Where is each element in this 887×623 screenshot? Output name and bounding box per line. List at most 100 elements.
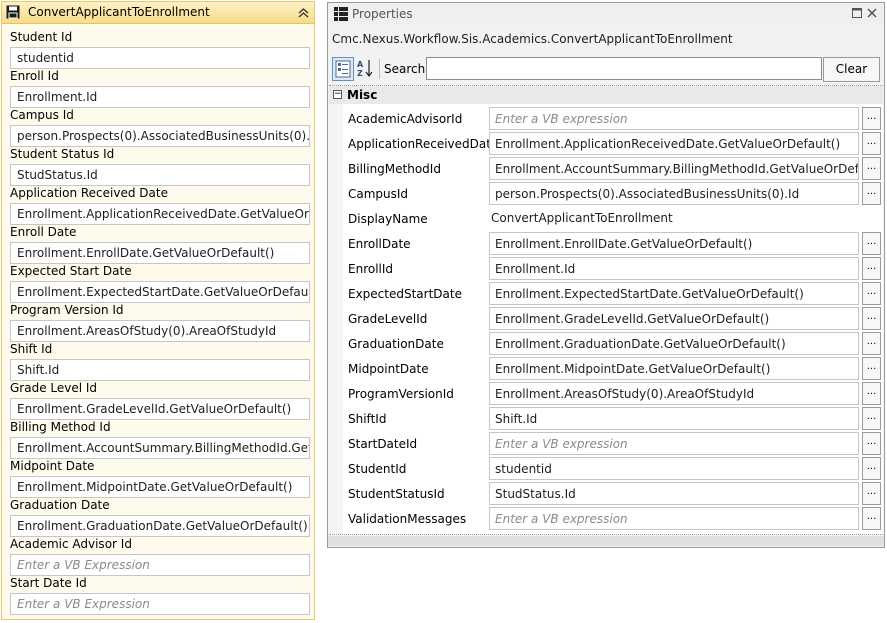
property-row[interactable]: ProgramVersionId Enrollment.AreasOfStudy(… bbox=[329, 381, 883, 406]
expression-input[interactable]: Enrollment.GradeLevelId.GetValueOrDefaul… bbox=[10, 398, 310, 420]
expression-editor-button[interactable]: ... bbox=[862, 157, 881, 180]
property-row[interactable]: GradeLevelId Enrollment.GradeLevelId.GetV… bbox=[329, 306, 883, 331]
property-name: GradeLevelId bbox=[348, 312, 428, 326]
expression-editor-button[interactable]: ... bbox=[862, 457, 881, 480]
collapse-icon[interactable] bbox=[297, 6, 310, 19]
categorized-view-button[interactable] bbox=[332, 57, 354, 81]
expression-input[interactable]: Shift.Id bbox=[10, 359, 310, 381]
property-row[interactable]: GraduationDate Enrollment.GraduationDate.… bbox=[329, 331, 883, 356]
property-name: GraduationDate bbox=[348, 337, 444, 351]
expression-input[interactable]: Enrollment.GraduationDate.GetValueOrDefa… bbox=[10, 515, 310, 537]
properties-title: Properties bbox=[352, 7, 413, 21]
expression-editor-button[interactable]: ... bbox=[862, 232, 881, 255]
property-value[interactable]: Enrollment.GradeLevelId.GetValueOrDefaul… bbox=[489, 307, 859, 330]
property-value[interactable]: Shift.Id bbox=[489, 407, 859, 430]
field-label: Billing Method Id bbox=[10, 420, 111, 434]
expression-editor-button[interactable]: ... bbox=[862, 132, 881, 155]
properties-titlebar[interactable]: Properties bbox=[328, 3, 884, 25]
field-label: Academic Advisor Id bbox=[10, 537, 132, 551]
property-row[interactable]: MidpointDate Enrollment.MidpointDate.GetV… bbox=[329, 356, 883, 381]
svg-text:A: A bbox=[357, 60, 364, 69]
expression-editor-button[interactable]: ... bbox=[862, 357, 881, 380]
clear-button[interactable]: Clear bbox=[823, 57, 880, 82]
expression-editor-button[interactable]: ... bbox=[862, 332, 881, 355]
field-label: Enroll Date bbox=[10, 225, 77, 239]
property-row[interactable]: AcademicAdvisorId Enter a VB expression..… bbox=[329, 106, 883, 131]
property-name: ApplicationReceivedDate bbox=[348, 137, 499, 151]
property-row[interactable]: DisplayName ConvertApplicantToEnrollment bbox=[329, 206, 883, 231]
property-value[interactable]: ConvertApplicantToEnrollment bbox=[489, 207, 859, 230]
property-row[interactable]: StudentId studentid... bbox=[329, 456, 883, 481]
expression-input[interactable]: StudStatus.Id bbox=[10, 164, 310, 186]
property-row[interactable]: ExpectedStartDate Enrollment.ExpectedStar… bbox=[329, 281, 883, 306]
expression-input[interactable]: Enrollment.AreasOfStudy(0).AreaOfStudyId bbox=[10, 320, 310, 342]
selected-object-name: Cmc.Nexus.Workflow.Sis.Academics.Convert… bbox=[332, 32, 733, 46]
categorized-icon bbox=[335, 60, 351, 78]
property-value[interactable]: Enter a VB expression bbox=[489, 432, 859, 455]
expression-editor-button[interactable]: ... bbox=[862, 282, 881, 305]
expression-editor-button[interactable]: ... bbox=[862, 107, 881, 130]
maximize-icon[interactable] bbox=[852, 8, 862, 18]
expression-editor-button[interactable]: ... bbox=[862, 382, 881, 405]
expression-input[interactable]: Enrollment.ApplicationReceivedDate.GetVa… bbox=[10, 203, 310, 225]
property-value[interactable]: person.Prospects(0).AssociatedBusinessUn… bbox=[489, 182, 859, 205]
property-name: BillingMethodId bbox=[348, 162, 441, 176]
close-icon[interactable] bbox=[867, 8, 877, 18]
expression-input[interactable]: Enrollment.MidpointDate.GetValueOrDefaul… bbox=[10, 476, 310, 498]
expression-input[interactable]: Enrollment.EnrollDate.GetValueOrDefault(… bbox=[10, 242, 310, 264]
expression-editor-button[interactable]: ... bbox=[862, 482, 881, 505]
property-name: AcademicAdvisorId bbox=[348, 112, 463, 126]
field-label: Campus Id bbox=[10, 108, 74, 122]
property-value[interactable]: StudStatus.Id bbox=[489, 482, 859, 505]
expression-input[interactable]: person.Prospects(0).AssociatedBusinessUn… bbox=[10, 125, 310, 147]
property-row[interactable]: EnrollDate Enrollment.EnrollDate.GetValue… bbox=[329, 231, 883, 256]
property-name: ValidationMessages bbox=[348, 512, 467, 526]
property-row[interactable]: StartDateId Enter a VB expression... bbox=[329, 431, 883, 456]
expression-input[interactable]: Enrollment.Id bbox=[10, 86, 310, 108]
property-value[interactable]: Enrollment.Id bbox=[489, 257, 859, 280]
property-value[interactable]: Enrollment.AccountSummary.BillingMethodI… bbox=[489, 157, 859, 180]
property-value[interactable]: Enrollment.GraduationDate.GetValueOrDefa… bbox=[489, 332, 859, 355]
expression-input[interactable]: Enrollment.AccountSummary.BillingMethodI… bbox=[10, 437, 310, 459]
expression-editor-button[interactable]: ... bbox=[862, 407, 881, 430]
activity-header[interactable]: ConvertApplicantToEnrollment bbox=[2, 2, 314, 24]
property-value[interactable]: Enrollment.ApplicationReceivedDate.GetVa… bbox=[489, 132, 859, 155]
field-label: Grade Level Id bbox=[10, 381, 98, 395]
property-row[interactable]: EnrollId Enrollment.Id... bbox=[329, 256, 883, 281]
expression-editor-button[interactable]: ... bbox=[862, 432, 881, 455]
property-value[interactable]: Enrollment.ExpectedStartDate.GetValueOrD… bbox=[489, 282, 859, 305]
property-value[interactable]: Enter a VB expression bbox=[489, 507, 859, 530]
property-row[interactable]: CampusId person.Prospects(0).AssociatedBu… bbox=[329, 181, 883, 206]
expression-input[interactable]: Enter a VB Expression bbox=[10, 593, 310, 615]
property-row[interactable]: ShiftId Shift.Id... bbox=[329, 406, 883, 431]
property-value[interactable]: studentid bbox=[489, 457, 859, 480]
property-row[interactable]: ValidationMessages Enter a VB expression.… bbox=[329, 506, 883, 531]
property-row[interactable]: StudentStatusId StudStatus.Id... bbox=[329, 481, 883, 506]
alphabetical-view-button[interactable]: A Z bbox=[355, 57, 377, 81]
properties-grid-icon bbox=[334, 7, 348, 21]
properties-panel: Properties Cmc.Nexus.Workflow.Sis.Academ… bbox=[327, 2, 885, 548]
property-row[interactable]: ApplicationReceivedDate Enrollment.Applic… bbox=[329, 131, 883, 156]
svg-text:Z: Z bbox=[357, 69, 363, 78]
toolbar-separator bbox=[379, 59, 380, 79]
expression-editor-button[interactable]: ... bbox=[862, 307, 881, 330]
collapse-toggle-icon[interactable]: − bbox=[333, 90, 342, 99]
expression-editor-button[interactable]: ... bbox=[862, 257, 881, 280]
field-label: Application Received Date bbox=[10, 186, 168, 200]
category-row-misc[interactable]: − Misc bbox=[329, 86, 883, 104]
expression-editor-button[interactable]: ... bbox=[862, 182, 881, 205]
expression-editor-button[interactable]: ... bbox=[862, 507, 881, 530]
property-value[interactable]: Enrollment.EnrollDate.GetValueOrDefault(… bbox=[489, 232, 859, 255]
expression-input[interactable]: Enter a VB Expression bbox=[10, 554, 310, 576]
property-value[interactable]: Enrollment.AreasOfStudy(0).AreaOfStudyId bbox=[489, 382, 859, 405]
property-name: ShiftId bbox=[348, 412, 387, 426]
activity-title: ConvertApplicantToEnrollment bbox=[28, 5, 210, 19]
activity-designer[interactable]: ConvertApplicantToEnrollment Student Id s… bbox=[1, 1, 315, 620]
expression-input[interactable]: studentid bbox=[10, 47, 310, 69]
property-name: EnrollId bbox=[348, 262, 394, 276]
search-input[interactable] bbox=[426, 57, 822, 80]
property-value[interactable]: Enter a VB expression bbox=[489, 107, 859, 130]
expression-input[interactable]: Enrollment.ExpectedStartDate.GetValueOrD… bbox=[10, 281, 310, 303]
property-row[interactable]: BillingMethodId Enrollment.AccountSummary… bbox=[329, 156, 883, 181]
property-value[interactable]: Enrollment.MidpointDate.GetValueOrDefaul… bbox=[489, 357, 859, 380]
